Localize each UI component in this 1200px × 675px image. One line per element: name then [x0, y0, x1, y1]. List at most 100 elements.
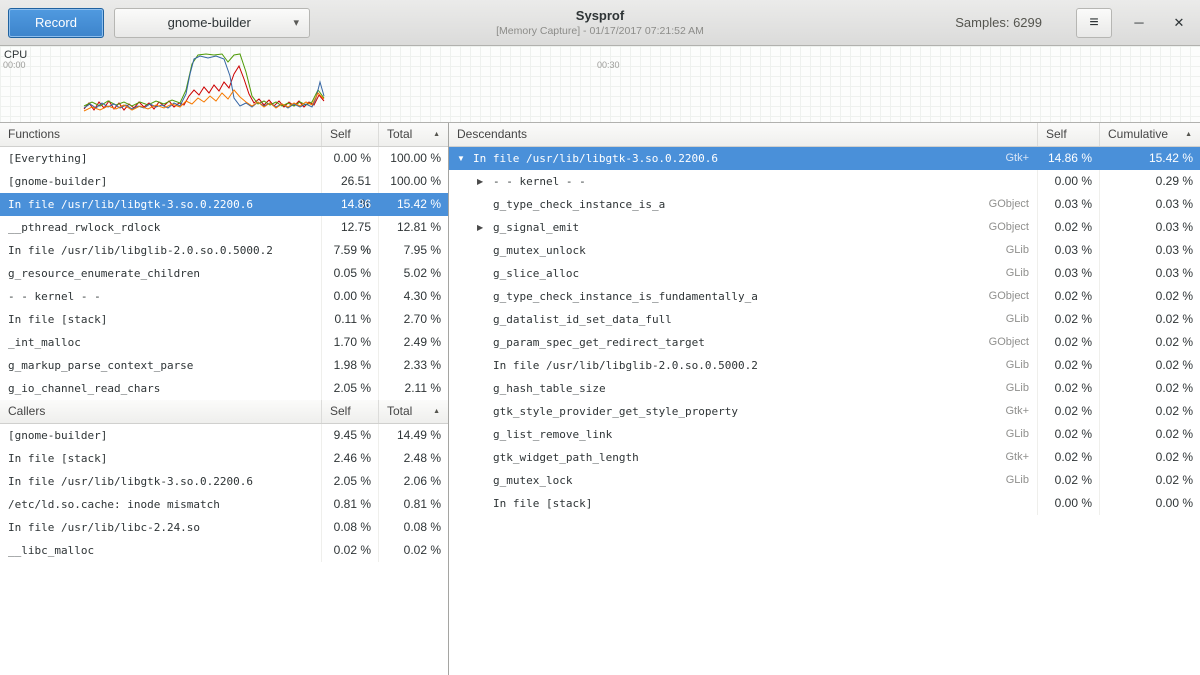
expander-icon[interactable]: ▼: [457, 147, 473, 170]
sort-indicator-icon: ▲: [1185, 123, 1192, 146]
function-name: g_resource_enumerate_children: [8, 262, 200, 285]
table-row[interactable]: In file [stack] 2.46 % 2.48 %: [0, 447, 448, 470]
headerbar-right: Samples: 6299 ≡ ─ ✕: [955, 8, 1192, 38]
table-row[interactable]: _int_malloc 1.70 % 2.49 %: [0, 331, 448, 354]
function-name: g_type_check_instance_is_fundamentally_a: [493, 285, 758, 308]
library-tag: Gtk+: [993, 147, 1029, 170]
total-value: 0.08 %: [379, 516, 448, 539]
table-row[interactable]: [gnome-builder] 26.51 % 100.00 %: [0, 170, 448, 193]
tree-row[interactable]: In file [stack] 0.00 % 0.00 %: [449, 492, 1200, 515]
record-button[interactable]: Record: [8, 8, 104, 38]
table-row[interactable]: In file /usr/lib/libglib-2.0.so.0.5000.2…: [0, 239, 448, 262]
table-row[interactable]: In file /usr/lib/libc-2.24.so 0.08 % 0.0…: [0, 516, 448, 539]
cumulative-value: 0.02 %: [1100, 331, 1200, 354]
tree-row[interactable]: g_mutex_lock GLib 0.02 % 0.02 %: [449, 469, 1200, 492]
descendants-tree: ▼ In file /usr/lib/libgtk-3.so.0.2200.6 …: [449, 147, 1200, 515]
library-tag: GObject: [977, 216, 1029, 239]
callers-total-column-header[interactable]: ▲ Total: [379, 400, 448, 423]
library-tag: GLib: [994, 469, 1029, 492]
function-name: - - kernel - -: [8, 285, 101, 308]
total-value: 0.02 %: [379, 539, 448, 562]
table-row[interactable]: __libc_malloc 0.02 % 0.02 %: [0, 539, 448, 562]
self-value: 0.02 %: [1038, 469, 1100, 492]
function-name: g_signal_emit: [493, 216, 579, 239]
sysprof-window: Record gnome-builder ▾ Sysprof [Memory C…: [0, 0, 1200, 675]
total-value: 5.02 %: [379, 262, 448, 285]
tree-row[interactable]: ▶ - - kernel - - 0.00 % 0.29 %: [449, 170, 1200, 193]
callers-column-header[interactable]: Callers: [0, 400, 322, 423]
descendants-column-header[interactable]: Descendants: [449, 123, 1038, 146]
tree-row[interactable]: g_mutex_unlock GLib 0.03 % 0.03 %: [449, 239, 1200, 262]
callers-self-column-header[interactable]: Self: [322, 400, 379, 423]
tree-row[interactable]: ▶ g_signal_emit GObject 0.02 % 0.03 %: [449, 216, 1200, 239]
tree-row[interactable]: g_param_spec_get_redirect_target GObject…: [449, 331, 1200, 354]
tree-row[interactable]: In file /usr/lib/libglib-2.0.so.0.5000.2…: [449, 354, 1200, 377]
cumulative-value: 0.03 %: [1100, 239, 1200, 262]
functions-self-column-header[interactable]: Self: [322, 123, 379, 146]
tree-row[interactable]: g_type_check_instance_is_a GObject 0.03 …: [449, 193, 1200, 216]
tree-row[interactable]: g_list_remove_link GLib 0.02 % 0.02 %: [449, 423, 1200, 446]
table-row[interactable]: __pthread_rwlock_rdlock 12.75 % 12.81 %: [0, 216, 448, 239]
function-name: g_slice_alloc: [493, 262, 579, 285]
time-tick-mid: 00:30: [597, 60, 620, 70]
tree-row[interactable]: ▼ In file /usr/lib/libgtk-3.so.0.2200.6 …: [449, 147, 1200, 170]
function-name: g_mutex_lock: [493, 469, 572, 492]
function-name: In file /usr/lib/libglib-2.0.so.0.5000.2: [8, 239, 273, 262]
self-value: 0.02 %: [322, 539, 379, 562]
tree-row[interactable]: gtk_style_provider_get_style_property Gt…: [449, 400, 1200, 423]
self-value: 0.11 %: [322, 308, 379, 331]
expander-icon[interactable]: ▶: [477, 216, 493, 239]
tree-row[interactable]: gtk_widget_path_length Gtk+ 0.02 % 0.02 …: [449, 446, 1200, 469]
library-tag: Gtk+: [993, 400, 1029, 423]
function-name: g_mutex_unlock: [493, 239, 586, 262]
tree-row[interactable]: g_slice_alloc GLib 0.03 % 0.03 %: [449, 262, 1200, 285]
total-value: 2.06 %: [379, 470, 448, 493]
table-row[interactable]: - - kernel - - 0.00 % 4.30 %: [0, 285, 448, 308]
functions-column-header[interactable]: Functions: [0, 123, 322, 146]
cpu-line-blue: [84, 56, 324, 109]
expander-icon[interactable]: ▶: [477, 170, 493, 193]
close-button[interactable]: ✕: [1166, 10, 1192, 36]
cumulative-value: 0.02 %: [1100, 400, 1200, 423]
self-value: 0.03 %: [1038, 262, 1100, 285]
self-value: 1.70 %: [322, 331, 379, 354]
table-row[interactable]: /etc/ld.so.cache: inode mismatch 0.81 % …: [0, 493, 448, 516]
library-tag: GObject: [977, 193, 1029, 216]
main-area: Functions Self ▲ Total [Everything] 0.00…: [0, 123, 1200, 675]
function-name: _int_malloc: [8, 331, 81, 354]
total-value: 2.33 %: [379, 354, 448, 377]
callers-table: [gnome-builder] 9.45 % 14.49 % In file […: [0, 424, 448, 562]
minimize-button[interactable]: ─: [1126, 10, 1152, 36]
cumulative-value: 0.02 %: [1100, 354, 1200, 377]
self-value: 0.00 %: [1038, 492, 1100, 515]
cpu-graph[interactable]: CPU 00:00 00:30: [0, 46, 1200, 123]
table-row[interactable]: In file [stack] 0.11 % 2.70 %: [0, 308, 448, 331]
table-row[interactable]: [gnome-builder] 9.45 % 14.49 %: [0, 424, 448, 447]
table-row[interactable]: In file /usr/lib/libgtk-3.so.0.2200.6 14…: [0, 193, 448, 216]
table-row[interactable]: g_markup_parse_context_parse 1.98 % 2.33…: [0, 354, 448, 377]
function-name: [gnome-builder]: [8, 170, 107, 193]
total-value: 2.11 %: [379, 377, 448, 400]
menu-button[interactable]: ≡: [1076, 8, 1112, 38]
self-value: 0.02 %: [1038, 331, 1100, 354]
process-selector-dropdown[interactable]: gnome-builder ▾: [114, 8, 310, 38]
table-row[interactable]: In file /usr/lib/libgtk-3.so.0.2200.6 2.…: [0, 470, 448, 493]
table-row[interactable]: g_io_channel_read_chars 2.05 % 2.11 %: [0, 377, 448, 400]
tree-row[interactable]: g_hash_table_size GLib 0.02 % 0.02 %: [449, 377, 1200, 400]
descendants-cumulative-column-header[interactable]: ▲ Cumulative: [1100, 123, 1200, 146]
tree-row[interactable]: g_type_check_instance_is_fundamentally_a…: [449, 285, 1200, 308]
descendants-self-column-header[interactable]: Self: [1038, 123, 1100, 146]
time-tick-start: 00:00: [3, 60, 26, 70]
table-row[interactable]: [Everything] 0.00 % 100.00 %: [0, 147, 448, 170]
total-value: 4.30 %: [379, 285, 448, 308]
tree-row[interactable]: g_datalist_id_set_data_full GLib 0.02 % …: [449, 308, 1200, 331]
total-value: 14.49 %: [379, 424, 448, 447]
functions-total-column-header[interactable]: ▲ Total: [379, 123, 448, 146]
self-value: 2.05 %: [322, 377, 379, 400]
table-row[interactable]: g_resource_enumerate_children 0.05 % 5.0…: [0, 262, 448, 285]
self-value: 26.51 %: [322, 170, 379, 193]
total-value: 15.42 %: [379, 193, 448, 216]
self-value: 0.00 %: [322, 147, 379, 170]
function-name: In file /usr/lib/libgtk-3.so.0.2200.6: [473, 147, 718, 170]
sort-indicator-icon: ▲: [433, 400, 440, 423]
